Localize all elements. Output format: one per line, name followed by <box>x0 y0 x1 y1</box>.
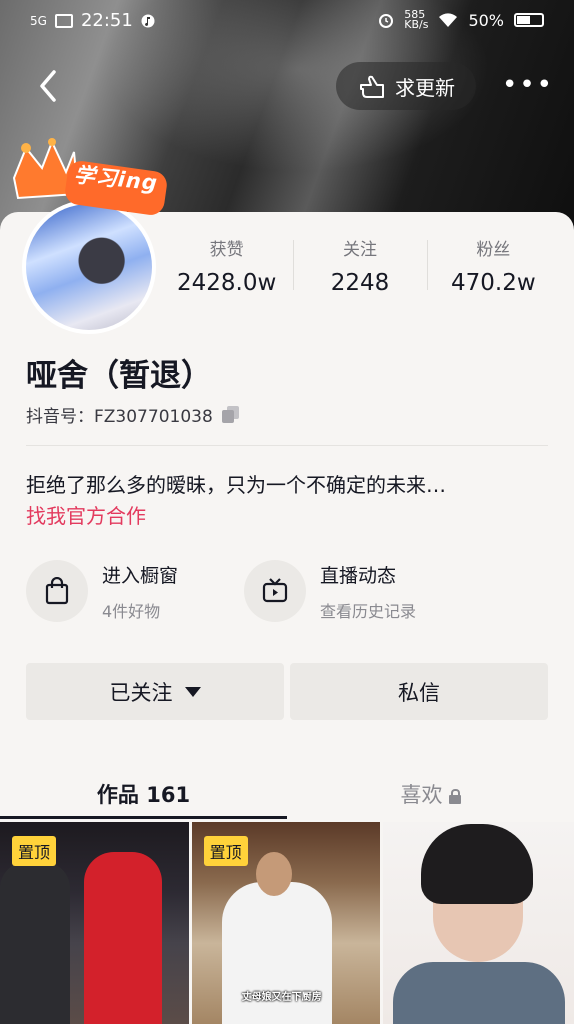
lock-icon <box>448 789 461 804</box>
caret-down-icon <box>184 686 201 697</box>
stat-value: 470.2w <box>450 270 536 296</box>
alarm-icon <box>379 14 394 28</box>
profile-name: 哑舍（暂退） <box>26 358 212 394</box>
thumbnail-figure <box>421 824 534 904</box>
sim-icon <box>54 13 73 28</box>
live-history-title: 直播动态 <box>320 564 397 587</box>
status-time: 22:51 <box>80 10 133 31</box>
tv-icon <box>244 560 306 622</box>
pinned-badge: 置顶 <box>203 836 248 866</box>
pointing-hand-icon <box>360 75 384 98</box>
video-thumbnail[interactable]: 置顶 <box>0 822 189 1024</box>
stat-following[interactable]: 关注 2248 <box>293 232 426 302</box>
battery-percent: 50% <box>468 10 504 30</box>
tab-works[interactable]: 作品 161 <box>0 768 287 820</box>
followed-label: 已关注 <box>109 680 173 705</box>
showcase-entry[interactable]: 进入橱窗 4件好物 <box>26 558 178 624</box>
thumbnail-figure <box>0 862 70 1024</box>
profile-stats: 获赞 2428.0w 关注 2248 粉丝 470.2w <box>160 232 560 302</box>
stat-likes[interactable]: 获赞 2428.0w <box>160 232 293 302</box>
request-update-label: 求更新 <box>395 75 455 100</box>
chevron-left-icon <box>40 70 56 102</box>
thumbnail-figure <box>84 852 162 1024</box>
stat-label: 粉丝 <box>476 240 511 260</box>
avatar-image <box>26 204 152 330</box>
video-grid: 置顶 置顶 丈母娘又在下厨房 <box>0 822 574 1024</box>
thumbnail-figure <box>393 962 566 1024</box>
divider <box>26 445 548 446</box>
video-thumbnail[interactable] <box>383 822 574 1024</box>
avatar[interactable] <box>22 200 156 334</box>
tab-works-label: 作品 161 <box>96 783 191 807</box>
followed-button[interactable]: 已关注 <box>26 663 284 720</box>
copy-icon[interactable] <box>221 405 241 425</box>
stat-value: 2428.0w <box>177 270 277 296</box>
live-history-entry[interactable]: 直播动态 查看历史记录 <box>244 558 416 624</box>
stat-label: 获赞 <box>209 240 244 260</box>
thumbnail-figure <box>255 852 292 896</box>
status-bar: 5G 22:51 585 KB/s 50% <box>0 0 574 44</box>
showcase-title: 进入橱窗 <box>102 564 179 587</box>
douyin-id-row: 抖音号：FZ307701038 <box>26 402 241 427</box>
stat-label: 关注 <box>342 240 377 260</box>
content-tabs: 作品 161 喜欢 <box>0 768 574 820</box>
active-tab-indicator <box>0 816 287 819</box>
profile-bio: 拒绝了那么多的暧昧，只为一个不确定的未来… <box>26 473 446 497</box>
tab-likes-label: 喜欢 <box>400 783 443 807</box>
tab-likes[interactable]: 喜欢 <box>287 768 574 820</box>
more-options-button[interactable]: ••• <box>502 70 552 102</box>
video-caption: 丈母娘又在下厨房 <box>241 992 322 1003</box>
stat-followers[interactable]: 粉丝 470.2w <box>426 232 560 302</box>
network-indicator: 5G <box>30 13 47 28</box>
music-note-icon <box>141 14 155 27</box>
stat-value: 2248 <box>330 270 390 296</box>
showcase-subtitle: 4件好物 <box>102 601 161 621</box>
pinned-badge: 置顶 <box>12 836 57 866</box>
network-speed: 585 KB/s <box>404 8 429 31</box>
battery-icon <box>514 13 544 27</box>
request-update-button[interactable]: 求更新 <box>336 62 476 110</box>
live-history-subtitle: 查看历史记录 <box>320 601 417 621</box>
douyin-id: 抖音号：FZ307701038 <box>26 407 213 427</box>
wifi-icon <box>439 13 458 27</box>
message-label: 私信 <box>398 680 440 705</box>
message-button[interactable]: 私信 <box>290 663 548 720</box>
back-button[interactable] <box>34 66 66 106</box>
video-thumbnail[interactable]: 置顶 丈母娘又在下厨房 <box>191 822 381 1024</box>
shopping-bag-icon <box>26 560 88 622</box>
more-icon: ••• <box>502 70 555 100</box>
business-cooperation-link[interactable]: 找我官方合作 <box>26 500 146 529</box>
